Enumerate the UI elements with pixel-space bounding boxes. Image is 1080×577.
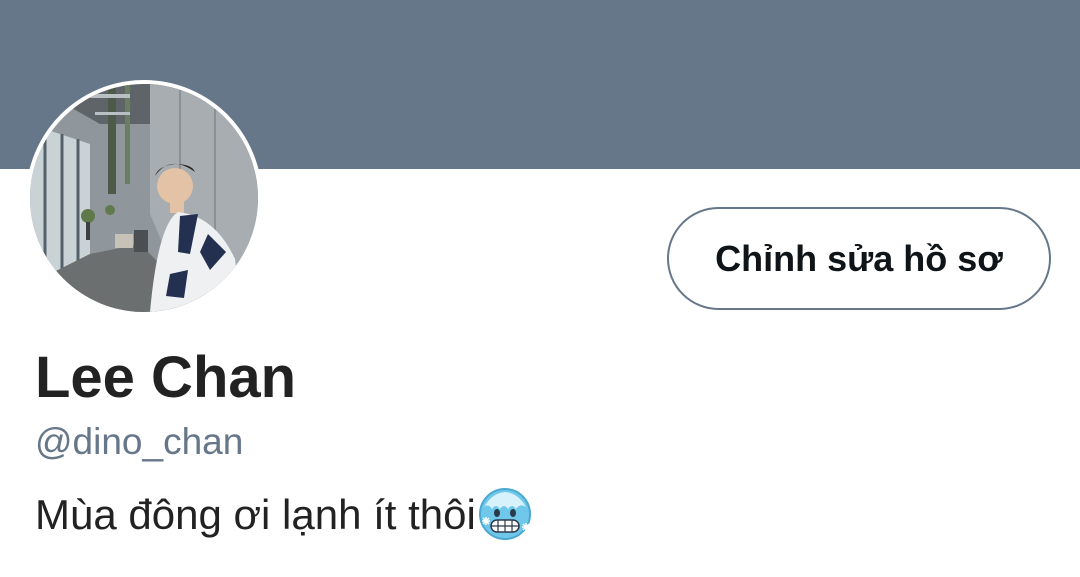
display-name: Lee Chan: [35, 345, 297, 410]
user-handle: @dino_chan: [35, 421, 244, 462]
cold-face-emoji: [478, 488, 531, 540]
avatar-photo: [30, 84, 258, 312]
edit-profile-label: Chỉnh sửa hồ sơ: [715, 237, 1003, 279]
bio: Mùa đông ơi lạnh ít thôi: [35, 488, 532, 542]
edit-profile-button[interactable]: Chỉnh sửa hồ sơ: [667, 207, 1051, 310]
bio-text: Mùa đông ơi lạnh ít thôi: [35, 491, 476, 538]
avatar[interactable]: [26, 80, 262, 316]
profile-page: Chỉnh sửa hồ sơ Lee Chan @dino_chan Mùa …: [0, 0, 1080, 577]
